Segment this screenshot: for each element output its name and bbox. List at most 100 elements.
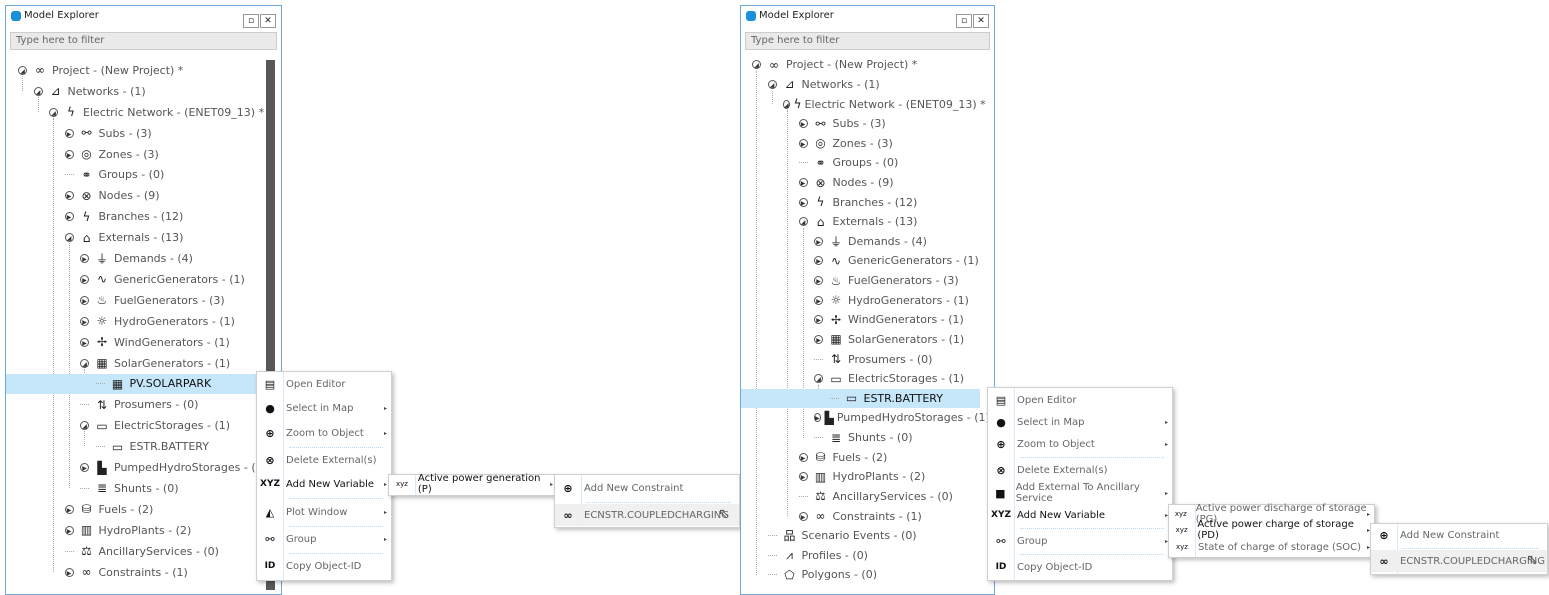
menu-item-open-editor[interactable]: ▤ Open Editor [988,389,1172,411]
tree-item[interactable]: ⇅ Prosumers - (0) [741,349,980,369]
tree-item[interactable]: ▶ ♨ FuelGenerators - (3) [6,290,267,311]
expand-toggle-icon[interactable]: ▶ [80,337,89,347]
menu-item-plot-window[interactable]: ◭ Plot Window ▸ [257,501,391,523]
tree-item[interactable]: ▭ ESTR.BATTERY [6,436,267,457]
expand-toggle-icon[interactable]: ▶ [80,295,89,305]
menu-item-group[interactable]: ⚯ Group ▸ [257,528,391,550]
collapse-toggle-icon[interactable]: ◢ [80,358,89,368]
tree-item[interactable]: ≣ Shunts - (0) [741,428,980,448]
expand-toggle-icon[interactable]: ▶ [814,276,823,286]
menu-item-add-external-to-ancillary-service[interactable]: ■ Add External To Ancillary Service ▸ [988,482,1172,504]
expand-toggle-icon[interactable]: ▶ [798,452,808,462]
tree-item[interactable]: ▶ ⚯ Subs - (3) [6,123,267,144]
tree-item[interactable]: ⚖ AncillaryServices - (0) [741,487,980,507]
menu-item-state-of-charge-of-storage-soc[interactable]: xyz State of charge of storage (SOC) ▸ [1169,536,1374,558]
filter-input[interactable]: Type here to filter [10,32,277,50]
menu-item-select-in-map[interactable]: ● Select in Map ▸ [257,397,391,419]
restore-button[interactable]: ▫ [956,14,972,28]
menu-item-add-new-constraint[interactable]: ⊕ Add New Constraint [1371,524,1547,546]
menu-item-add-new-variable[interactable]: XYZ Add New Variable ▸ [988,504,1172,526]
tree-item[interactable]: ⩘ Profiles - (0) [741,546,980,566]
expand-toggle-icon[interactable]: ▶ [814,295,823,305]
close-button[interactable]: ✕ [973,14,989,28]
tree-item[interactable]: ▦ PV.SOLARPARK [6,373,267,395]
tree-item[interactable]: ▭ ESTR.BATTERY [741,388,980,409]
tree-item[interactable]: ▶ ϟ Branches - (12) [6,206,267,227]
tree-item[interactable]: ◢ ▭ ElectricStorages - (1) [6,415,267,436]
tree-item[interactable]: ▶ ⏚ Demands - (4) [741,232,980,252]
expand-toggle-icon[interactable]: ▶ [64,504,74,514]
tree-item[interactable]: ▶ ✢ WindGenerators - (1) [6,332,267,353]
tree-item[interactable]: ◢ ▭ ElectricStorages - (1) [741,369,980,389]
tree-item[interactable]: ◢ ⊿ Networks - (1) [741,75,980,95]
expand-toggle-icon[interactable]: ▶ [64,149,74,159]
tree-item[interactable]: 品 Scenario Events - (0) [741,526,980,546]
tree-item[interactable]: ◢ ϟ Electric Network - (ENET09_13) * [741,94,986,114]
menu-item-copy-object-id[interactable]: ID Copy Object-ID [257,555,391,577]
tree-item[interactable]: ◢ ∞ Project - (New Project) * [741,55,980,75]
tree-item[interactable]: ⇅ Prosumers - (0) [6,394,267,415]
menu-item-add-new-constraint[interactable]: ⊕ Add New Constraint [555,477,739,499]
tree-item[interactable]: ⚖ AncillaryServices - (0) [6,541,267,562]
tree-item[interactable]: ▶ ♨ FuelGenerators - (3) [741,271,980,291]
menu-item-open-editor[interactable]: ▤ Open Editor [257,373,391,395]
expand-toggle-icon[interactable]: ▶ [798,472,808,482]
tree-item[interactable]: ▶ ∞ Constraints - (1) [6,562,267,583]
close-button[interactable]: ✕ [260,14,276,28]
tree-item[interactable]: ▶ ◎ Zones - (3) [741,133,980,153]
collapse-toggle-icon[interactable]: ◢ [33,86,43,96]
tree-item[interactable]: ▶ ▥ HydroPlants - (2) [6,520,267,541]
tree-item[interactable]: ◢ ▦ SolarGenerators - (1) [6,353,267,374]
tree-item[interactable]: ▶ ▥ HydroPlants - (2) [741,467,980,487]
tree-item[interactable]: ▶ ⛁ Fuels - (2) [741,447,980,467]
tree-item[interactable]: ◢ ϟ Electric Network - (ENET09_13) * [6,102,267,123]
menu-item-zoom-to-object[interactable]: ⊕ Zoom to Object ▸ [257,422,391,444]
restore-button[interactable]: ▫ [243,14,259,28]
collapse-toggle-icon[interactable]: ◢ [64,233,74,243]
expand-toggle-icon[interactable]: ▶ [64,567,74,577]
tree-item[interactable]: ⚭ Groups - (0) [6,165,267,186]
tree-item[interactable]: ◢ ∞ Project - (New Project) * [6,60,267,81]
expand-toggle-icon[interactable]: ▶ [80,254,89,264]
collapse-toggle-icon[interactable]: ◢ [80,421,89,431]
menu-item-ecnstr-coupledcharging[interactable]: ∞ ECNSTR.COUPLEDCHARGING [555,504,739,526]
tree-item[interactable]: ◢ ⌂ Externals - (13) [6,227,267,248]
tree-item[interactable]: ▶ ⏚ Demands - (4) [6,248,267,269]
expand-toggle-icon[interactable]: ▶ [64,212,74,222]
collapse-toggle-icon[interactable]: ◢ [752,60,761,70]
expand-toggle-icon[interactable]: ▶ [80,463,89,473]
expand-toggle-icon[interactable]: ▶ [814,334,823,344]
menu-item-zoom-to-object[interactable]: ⊕ Zoom to Object ▸ [988,433,1172,455]
menu-item-active-power-generation-p[interactable]: xyz Active power generation (P) ▸ [389,473,557,495]
collapse-toggle-icon[interactable]: ◢ [798,217,808,227]
expand-toggle-icon[interactable]: ▶ [798,138,808,148]
menu-item-select-in-map[interactable]: ● Select in Map ▸ [988,411,1172,433]
filter-input[interactable]: Type here to filter [745,32,990,50]
tree-item[interactable]: ▶ ▦ SolarGenerators - (1) [741,330,980,350]
expand-toggle-icon[interactable]: ▶ [64,128,74,138]
collapse-toggle-icon[interactable]: ◢ [767,79,777,89]
tree-item[interactable]: ▶ ✢ WindGenerators - (1) [741,310,980,330]
tree-item[interactable]: ≣ Shunts - (0) [6,478,267,499]
menu-item-copy-object-id[interactable]: ID Copy Object-ID [988,556,1172,578]
tree-item[interactable]: ◢ ⊿ Networks - (1) [6,81,267,102]
collapse-toggle-icon[interactable]: ◢ [18,65,27,75]
menu-item-add-new-variable[interactable]: XYZ Add New Variable ▸ [257,473,391,495]
tree-item[interactable]: ▶ ◎ Zones - (3) [6,144,267,165]
tree-item[interactable]: ▶ ϟ Branches - (12) [741,192,980,212]
expand-toggle-icon[interactable]: ▶ [814,315,823,325]
expand-toggle-icon[interactable]: ▶ [80,316,89,326]
expand-toggle-icon[interactable]: ▶ [80,274,89,284]
expand-toggle-icon[interactable]: ▶ [798,119,808,129]
menu-item-group[interactable]: ⚯ Group ▸ [988,530,1172,552]
expand-toggle-icon[interactable]: ▶ [798,197,808,207]
tree-item[interactable]: ▶ ⛁ Fuels - (2) [6,499,267,520]
menu-item-delete-external-s[interactable]: ⊗ Delete External(s) [257,449,391,471]
tree-item[interactable]: ▶ ∿ GenericGenerators - (1) [741,251,980,271]
collapse-toggle-icon[interactable]: ◢ [49,107,58,117]
tree-item[interactable]: ▶ ▙ PumpedHydroStorages - (1) [6,457,267,478]
expand-toggle-icon[interactable]: ▶ [814,236,823,246]
expand-toggle-icon[interactable]: ▶ [814,413,821,423]
tree-item[interactable]: ▶ ▙ PumpedHydroStorages - (1) [741,408,990,428]
collapse-toggle-icon[interactable]: ◢ [783,99,790,109]
